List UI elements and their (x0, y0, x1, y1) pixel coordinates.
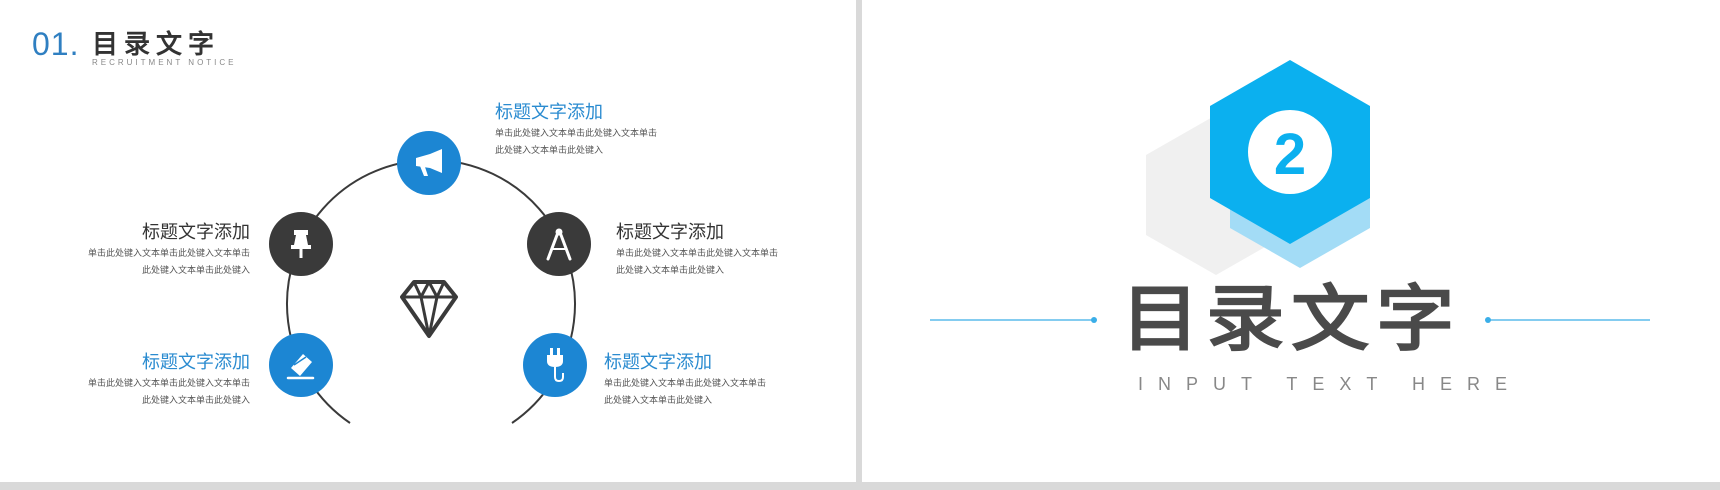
slide-left[interactable]: 01. 目录文字 RECRUITMENT NOTICE 标题文字添加 单击此处键… (0, 0, 856, 482)
item-title-upper-right: 标题文字添加 (616, 222, 724, 243)
plug-circle[interactable] (523, 333, 587, 397)
megaphone-icon (416, 149, 442, 176)
item-title-lower-left: 标题文字添加 (142, 352, 250, 373)
item-desc-upper-left: 单击此处键入文本单击此处键入文本单击 此处键入文本单击此处键入 (87, 249, 250, 276)
eraser-icon (286, 354, 315, 380)
item-desc-lower-left: 单击此处键入文本单击此处键入文本单击 此处键入文本单击此处键入 (87, 379, 250, 406)
eraser-circle[interactable] (269, 333, 333, 397)
item-title-top: 标题文字添加 (495, 102, 603, 123)
slide-right[interactable]: 2 (862, 0, 1720, 482)
pushpin-circle[interactable] (269, 212, 333, 276)
section-number-2: 2 (1273, 121, 1307, 187)
megaphone-circle[interactable] (397, 131, 461, 195)
diamond-icon (400, 280, 458, 338)
compass-circle[interactable] (527, 212, 591, 276)
right-rule-dot (1485, 317, 1491, 323)
hexagon-cluster (930, 60, 1650, 323)
item-desc-upper-right: 单击此处键入文本单击此处键入文本单击 此处键入文本单击此处键入 (616, 249, 779, 276)
compass-icon (546, 228, 572, 261)
item-title-lower-right: 标题文字添加 (604, 352, 712, 373)
tagline: INPUT TEXT HERE (1138, 374, 1523, 394)
left-rule-dot (1091, 317, 1097, 323)
item-title-upper-left: 标题文字添加 (142, 222, 250, 243)
big-title-text: 目录文字 (1121, 278, 1461, 358)
item-desc-top: 单击此处键入文本单击此处键入文本单击 此处键入文本单击此处键入 (495, 129, 658, 156)
plug-icon (547, 348, 564, 383)
pushpin-icon (291, 230, 311, 258)
big-title: 目录文字 (1121, 278, 1461, 358)
item-desc-lower-right: 单击此处键入文本单击此处键入文本单击 此处键入文本单击此处键入 (604, 379, 767, 406)
